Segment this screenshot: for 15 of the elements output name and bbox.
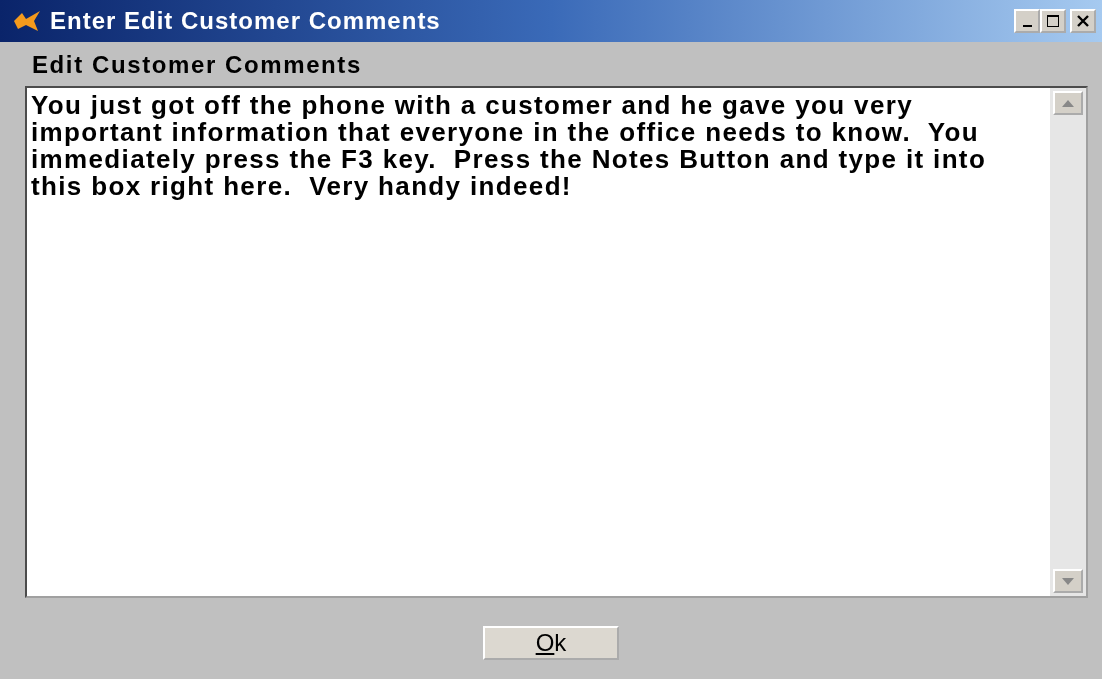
scroll-down-icon[interactable] [1053, 569, 1083, 593]
ok-button[interactable]: Ok [483, 626, 619, 660]
scrollbar[interactable] [1050, 88, 1086, 596]
close-button[interactable] [1070, 9, 1096, 33]
maximize-icon [1046, 14, 1060, 28]
minimize-button[interactable] [1014, 9, 1040, 33]
comments-field[interactable] [25, 86, 1088, 598]
comments-text: You just got off the phone with a customer and he gave you very important information that everyone in the office needs to know. You immediately press the F3 key. Press the Notes Button and type it into this box right here. Very handy indeed! [31, 90, 988, 201]
scroll-up-icon[interactable] [1053, 91, 1083, 115]
app-icon [12, 9, 42, 33]
maximize-button[interactable] [1040, 9, 1066, 33]
close-icon [1076, 14, 1090, 28]
field-label: Edit Customer Comments [32, 51, 362, 78]
minimize-icon [1022, 24, 1032, 27]
window-title: Enter Edit Customer Comments [50, 6, 442, 36]
